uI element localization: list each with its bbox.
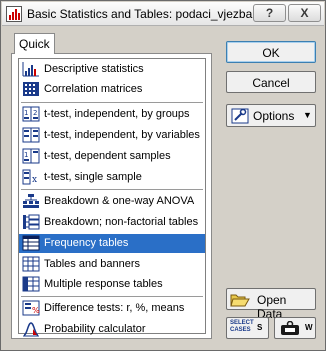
list-item-descriptive-statistics[interactable]: Descriptive statistics <box>19 60 205 79</box>
title-bar[interactable]: Basic Statistics and Tables: podaci_vjez… <box>2 2 324 26</box>
dropdown-arrow-icon: ▼ <box>303 110 312 120</box>
ttest-single-icon: x <box>22 169 37 185</box>
folder-open-icon <box>230 294 250 307</box>
probability-calculator-icon <box>23 322 39 337</box>
list-item-label: Tables and banners <box>44 258 141 270</box>
list-item-breakdown-nonfactorial[interactable]: Breakdown; non-factorial tables <box>19 213 205 232</box>
close-button[interactable]: X <box>288 4 321 22</box>
list-item-tables-banners[interactable]: Tables and banners <box>19 255 205 274</box>
list-item-label: Multiple response tables <box>44 278 163 290</box>
frequency-table-icon <box>22 235 40 251</box>
select-cases-button[interactable]: SELECT CASES S <box>226 317 269 339</box>
list-item-frequency-tables[interactable]: Frequency tables <box>19 234 205 253</box>
list-item-label: Difference tests: r, %, means <box>44 302 185 314</box>
list-item-label: Correlation matrices <box>44 83 143 95</box>
list-item-label: Descriptive statistics <box>44 63 144 75</box>
list-item-multiple-response[interactable]: Multiple response tables <box>19 275 205 294</box>
cancel-button[interactable]: Cancel <box>226 71 316 93</box>
tables-banners-icon <box>22 256 40 272</box>
list-item-correlation-matrices[interactable]: Correlation matrices <box>19 80 205 99</box>
weight-icon <box>281 321 299 335</box>
ttest-dependent-icon: 1 <box>22 148 40 164</box>
ok-button[interactable]: OK <box>226 41 316 63</box>
open-data-button[interactable]: Open Data <box>226 288 316 321</box>
quick-tab-panel: Descriptive statistics Correlation matri… <box>11 53 212 339</box>
svg-text:2: 2 <box>33 109 37 117</box>
list-item-label: t-test, independent, by groups <box>44 108 190 120</box>
breakdown-nonfactorial-icon <box>23 214 40 230</box>
list-item-label: t-test, independent, by variables <box>44 129 200 141</box>
list-item-label: Breakdown & one-way ANOVA <box>44 195 195 207</box>
weight-key: W <box>305 323 313 332</box>
weight-button[interactable]: W <box>274 317 316 339</box>
list-divider <box>21 296 203 297</box>
tab-quick[interactable]: Quick <box>14 33 55 54</box>
window-title: Basic Statistics and Tables: podaci_vjez… <box>27 7 253 21</box>
svg-text:1: 1 <box>24 109 28 117</box>
select-cases-line1: SELECT <box>230 320 254 326</box>
list-item-ttest-groups[interactable]: 12 t-test, independent, by groups <box>19 105 205 124</box>
close-label: X <box>300 6 309 20</box>
ok-label: OK <box>262 46 280 60</box>
list-item-probability-calculator[interactable]: Probability calculator <box>19 320 205 339</box>
select-cases-icon: SELECT CASES <box>230 320 254 334</box>
list-item-ttest-dependent[interactable]: 1 t-test, dependent samples <box>19 147 205 166</box>
analysis-list[interactable]: Descriptive statistics Correlation matri… <box>18 58 206 337</box>
options-wrench-icon <box>231 108 249 124</box>
descriptive-stats-icon <box>22 62 39 77</box>
help-label: ? <box>265 6 274 20</box>
options-label: Options <box>253 109 295 123</box>
list-item-ttest-single[interactable]: x t-test, single sample <box>19 168 205 187</box>
select-cases-key: S <box>257 323 263 332</box>
breakdown-anova-icon <box>23 194 39 208</box>
ttest-groups-icon: 12 <box>22 106 40 122</box>
svg-text:%: % <box>32 306 40 315</box>
open-data-prefix: Open <box>257 293 287 307</box>
tab-quick-label: Quick <box>19 37 50 51</box>
list-divider <box>21 189 203 190</box>
cancel-label: Cancel <box>252 76 290 90</box>
list-divider <box>21 102 203 103</box>
list-item-breakdown-anova[interactable]: Breakdown & one-way ANOVA <box>19 192 205 211</box>
list-item-difference-tests[interactable]: % Difference tests: r, %, means <box>19 299 205 318</box>
list-item-label: Breakdown; non-factorial tables <box>44 216 199 228</box>
help-button[interactable]: ? <box>253 4 286 22</box>
list-item-label: t-test, dependent samples <box>44 150 171 162</box>
app-icon <box>6 6 22 22</box>
list-item-label: Frequency tables <box>44 237 129 249</box>
svg-text:x: x <box>32 175 37 185</box>
dialog-window: Basic Statistics and Tables: podaci_vjez… <box>0 0 326 351</box>
difference-tests-icon: % <box>22 300 40 316</box>
options-button[interactable]: Options ▼ <box>226 104 316 127</box>
list-item-label: t-test, single sample <box>44 171 142 183</box>
correlation-matrix-icon <box>23 82 39 96</box>
list-item-ttest-variables[interactable]: t-test, independent, by variables <box>19 126 205 145</box>
multiple-response-icon <box>22 276 40 292</box>
select-cases-line2: CASES <box>230 327 251 333</box>
svg-text:1: 1 <box>24 151 28 159</box>
list-item-label: Probability calculator <box>44 323 146 335</box>
ttest-variables-icon <box>22 127 40 143</box>
